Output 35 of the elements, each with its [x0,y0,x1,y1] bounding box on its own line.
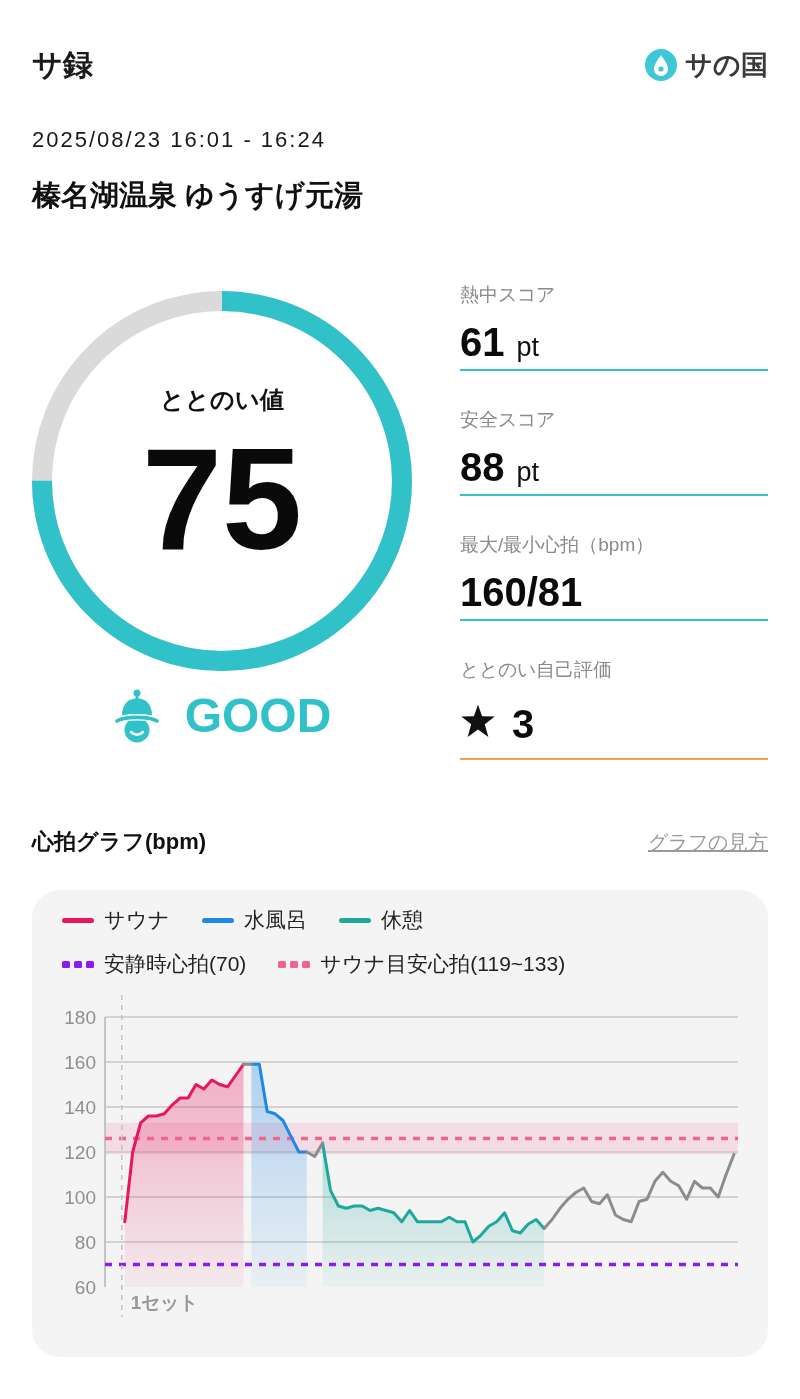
legend-label: サウナ [104,907,170,933]
how-to-read-link[interactable]: グラフの見方 [648,828,768,856]
metric-label: ととのい自己評価 [460,658,613,682]
metric-value: 61 [460,320,505,364]
metric-label: 熱中スコア [460,283,556,307]
metric-label: 最大/最小心拍（bpm） [460,533,656,557]
y-axis-tick-label: 160 [64,1051,96,1073]
star-icon [460,704,496,738]
legend-label: 休憩 [381,907,423,933]
gauge-label: ととのい値 [160,386,284,414]
verdict-text: GOOD [184,688,332,744]
metric-unit: pt [516,332,540,362]
app-title: サ録 [32,47,93,83]
legend-label: サウナ目安心拍(119~133) [320,951,566,977]
y-axis-tick-label: 140 [64,1096,96,1118]
y-axis-tick-label: 180 [64,1006,96,1028]
y-axis-tick-label: 60 [74,1276,96,1298]
metric-label: 安全スコア [460,408,556,432]
logo-text: サの国 [685,49,768,82]
section-title: 心拍グラフ(bpm) [32,828,207,856]
hat-face-icon [112,689,161,743]
metric-value: 88 [460,445,505,489]
water-drop-logo-icon [645,49,677,81]
y-axis-tick-label: 80 [74,1231,96,1253]
y-axis-tick-label: 120 [64,1141,96,1163]
metric-unit: pt [516,457,540,487]
legend-label: 水風呂 [244,907,307,933]
legend-label: 安静時心拍(70) [104,951,247,977]
set-label: 1セット [130,1291,199,1313]
facility-name: 榛名湖温泉 ゆうすげ元湯 [32,178,364,213]
metric-value: 160/81 [460,570,583,614]
gauge-value: 75 [141,428,303,572]
session-datetime: 2025/08/23 16:01 - 16:24 [32,126,326,154]
metric-value: 3 [512,702,535,746]
y-axis-tick-label: 100 [64,1186,96,1208]
